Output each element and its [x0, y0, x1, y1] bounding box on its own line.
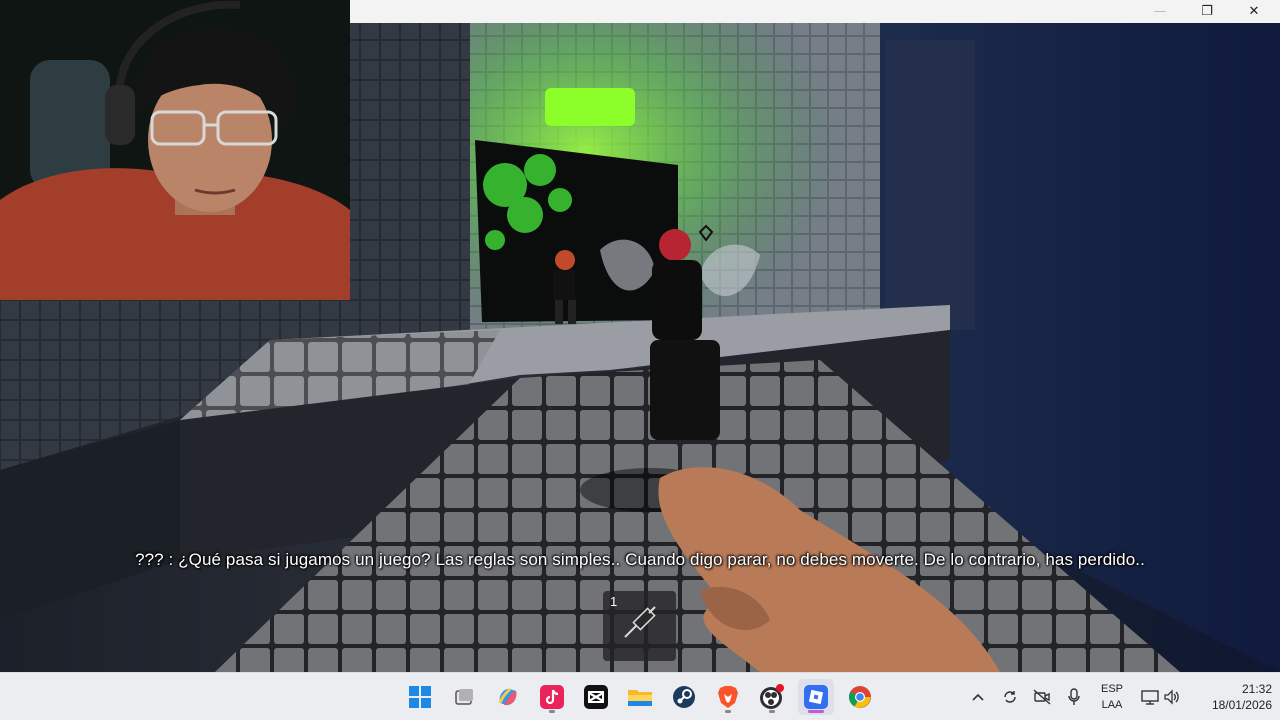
- taskbar-brave[interactable]: [710, 679, 746, 715]
- taskbar-start-button[interactable]: [402, 679, 438, 715]
- windows-taskbar: ESP LAA 21:32 18/01/2026: [0, 672, 1280, 720]
- taskbar-file-explorer[interactable]: [622, 679, 658, 715]
- input-language-indicator[interactable]: ESP LAA: [1096, 681, 1128, 713]
- chevron-up-icon: [972, 693, 984, 701]
- chrome-icon: [849, 686, 871, 708]
- roblox-icon: [804, 685, 828, 709]
- taskbar-tiktok[interactable]: [534, 679, 570, 715]
- tray-camera-off[interactable]: [1030, 673, 1054, 720]
- restore-button[interactable]: ❐: [1184, 0, 1230, 23]
- taskbar-obs[interactable]: [754, 679, 790, 715]
- sync-icon: [1004, 691, 1016, 703]
- hotbar-slot-number: 1: [610, 594, 618, 609]
- keyboard-layout: LAA: [1101, 699, 1123, 711]
- tiktok-icon: [540, 685, 564, 709]
- clock-date: 18/01/2026: [1211, 698, 1272, 712]
- steam-icon: [673, 686, 695, 708]
- tray-sync[interactable]: [998, 673, 1022, 720]
- clock-time: 21:32: [1241, 682, 1272, 696]
- minimize-button[interactable]: —: [1137, 0, 1183, 23]
- running-indicator: [769, 710, 775, 713]
- obs-icon: [760, 684, 784, 709]
- taskbar-copilot[interactable]: [490, 679, 526, 715]
- running-indicator: [725, 710, 731, 713]
- dialogue-subtitle: ??? : ¿Qué pasa si jugamos un juego? Las…: [135, 550, 1145, 569]
- game-window-titlebar: — ❐ ✕: [350, 0, 1280, 23]
- brave-icon: [718, 686, 738, 708]
- taskbar-roblox[interactable]: [798, 679, 834, 715]
- camera-off-icon: [1033, 689, 1051, 705]
- taskbar-clock[interactable]: 21:32 18/01/2026: [1192, 681, 1272, 713]
- active-indicator: [808, 710, 824, 713]
- speaker-icon: [1164, 689, 1179, 705]
- capcut-icon: [584, 685, 608, 709]
- folder-icon: [628, 690, 652, 706]
- tray-volume[interactable]: [1160, 673, 1184, 720]
- language-code: ESP: [1100, 683, 1123, 695]
- copilot-icon: [498, 687, 517, 706]
- network-icon: [1141, 690, 1159, 705]
- tray-microphone[interactable]: [1062, 673, 1086, 720]
- syringe-icon: [624, 606, 656, 638]
- windows-start-icon: [409, 686, 431, 708]
- taskbar-steam[interactable]: [666, 679, 702, 715]
- tray-network[interactable]: [1138, 673, 1162, 720]
- hotbar-slot-1[interactable]: 1: [603, 591, 676, 661]
- running-indicator: [549, 710, 555, 713]
- taskbar-capcut[interactable]: [578, 679, 614, 715]
- tray-overflow-chevron[interactable]: [966, 673, 990, 720]
- microphone-icon: [1068, 688, 1080, 705]
- close-button[interactable]: ✕: [1231, 0, 1277, 23]
- task-view-icon: [455, 689, 473, 705]
- taskbar-task-view[interactable]: [446, 679, 482, 715]
- webcam-overlay: [0, 0, 350, 300]
- taskbar-chrome[interactable]: [842, 679, 878, 715]
